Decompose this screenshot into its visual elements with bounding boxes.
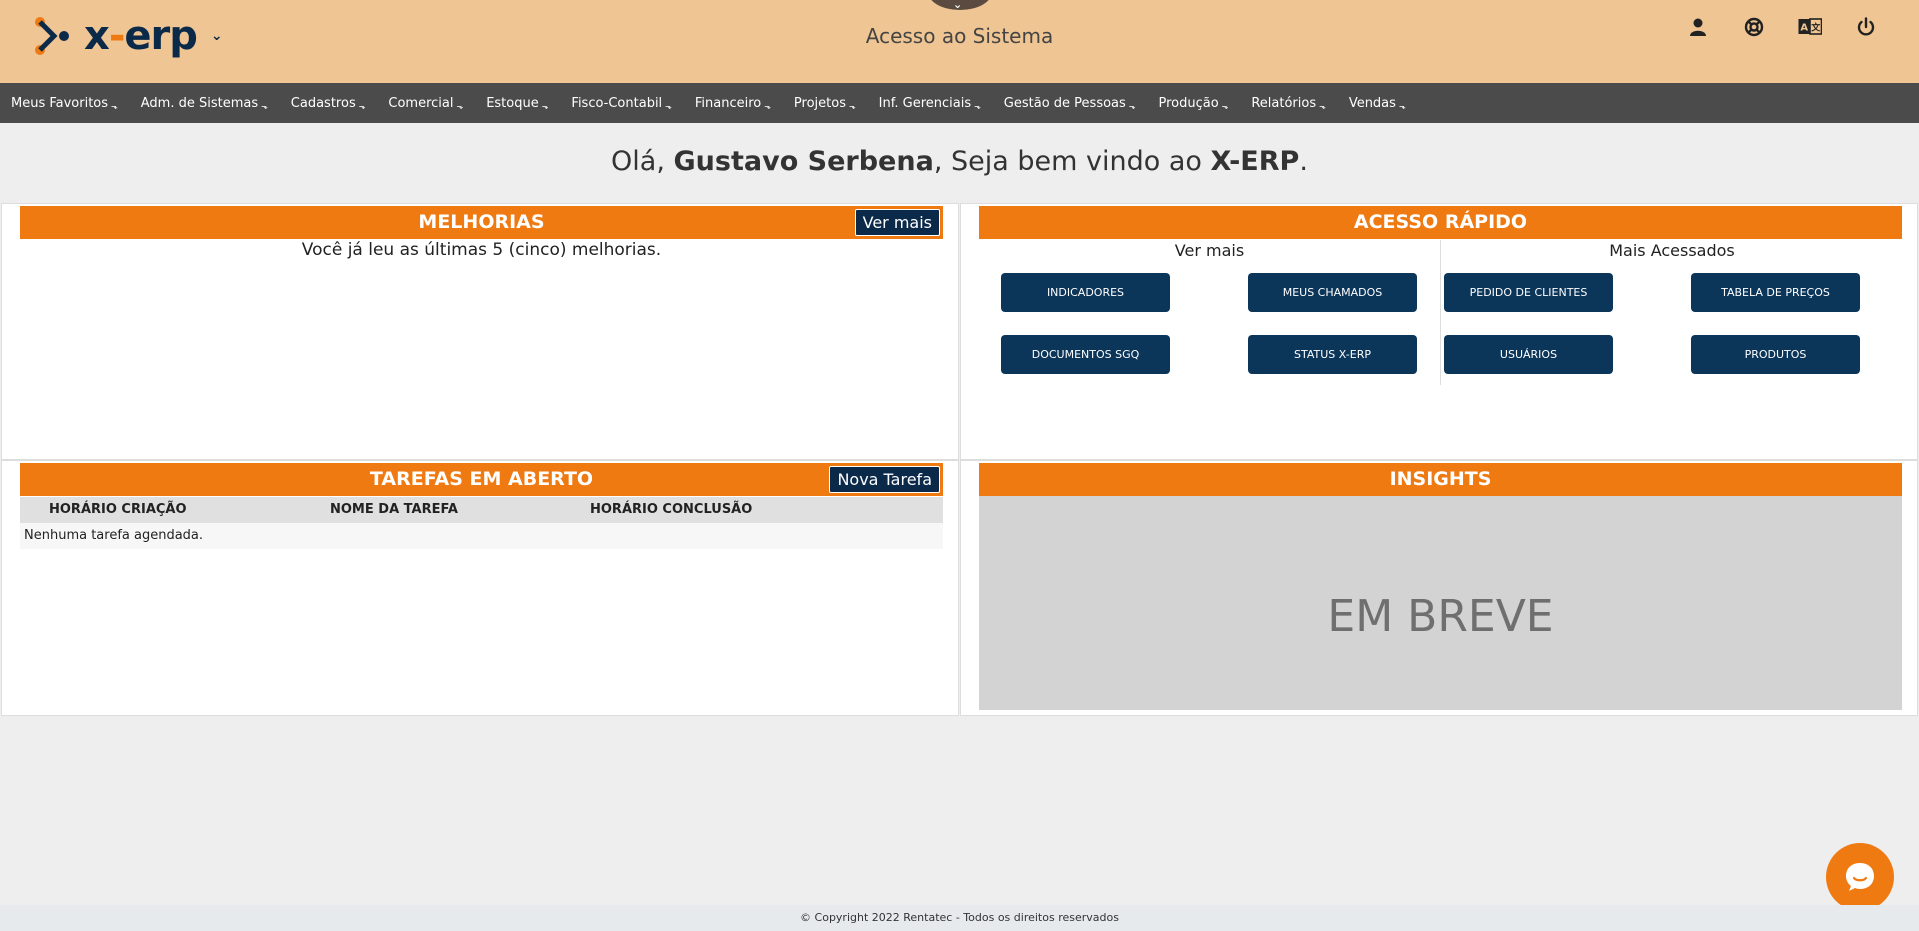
chevron-down-icon: ⬎ bbox=[456, 101, 464, 111]
insights-panel: INSIGHTS EM BREVE bbox=[960, 460, 1918, 716]
acesso-rapido-header: ACESSO RÁPIDO bbox=[979, 206, 1902, 239]
chevron-down-icon: ⬎ bbox=[1221, 101, 1229, 111]
menu-meus-favoritos[interactable]: Meus Favoritos ⬎ bbox=[11, 96, 118, 111]
tabela-precos-button[interactable]: TABELA DE PREÇOS bbox=[1691, 273, 1860, 312]
melhorias-message: Você já leu as últimas 5 (cinco) melhori… bbox=[301, 240, 662, 260]
nova-tarefa-button[interactable]: Nova Tarefa bbox=[829, 466, 940, 493]
app-header: x-erp ⌄ ⌄ Acesso ao Sistema A文 bbox=[0, 0, 1919, 83]
menu-fisco-contabil[interactable]: Fisco-Contabil ⬎ bbox=[571, 96, 671, 111]
chevron-down-icon: ⬎ bbox=[261, 101, 268, 111]
column-header-nome-tarefa[interactable]: NOME DA TAREFA bbox=[330, 497, 458, 523]
documentos-sgq-button[interactable]: DOCUMENTOS SGQ bbox=[1001, 335, 1170, 374]
panel-title: ACESSO RÁPIDO bbox=[1353, 211, 1528, 233]
menu-estoque[interactable]: Estoque ⬎ bbox=[486, 96, 548, 111]
insights-header: INSIGHTS bbox=[979, 463, 1902, 496]
chevron-down-icon: ⬎ bbox=[358, 101, 366, 111]
chevron-down-icon: ⬎ bbox=[1398, 101, 1406, 111]
column-title: Mais Acessados bbox=[1609, 241, 1735, 260]
menu-relatorios[interactable]: Relatórios ⬎ bbox=[1251, 96, 1325, 111]
chevron-down-icon: ⬎ bbox=[974, 101, 981, 111]
svg-text:文: 文 bbox=[1810, 22, 1821, 34]
chevron-down-icon: ⌄ bbox=[953, 0, 963, 11]
tasks-table-header: HORÁRIO CRIAÇÃO NOME DA TAREFA HORÁRIO C… bbox=[20, 497, 943, 523]
usuarios-button[interactable]: USUÁRIOS bbox=[1444, 335, 1613, 374]
chevron-down-icon: ⬎ bbox=[1128, 101, 1136, 111]
svg-text:A: A bbox=[1800, 23, 1808, 34]
menu-cadastros[interactable]: Cadastros ⬎ bbox=[291, 96, 366, 111]
panel-title: MELHORIAS bbox=[418, 211, 545, 233]
menu-gestao-pessoas[interactable]: Gestão de Pessoas ⬎ bbox=[1004, 96, 1136, 111]
translate-icon[interactable]: A文 bbox=[1797, 14, 1823, 40]
chevron-down-icon: ⬎ bbox=[665, 101, 672, 111]
column-header-horario-conclusao[interactable]: HORÁRIO CONCLUSÃO bbox=[590, 497, 752, 523]
welcome-message: Olá, Gustavo Serbena, Seja bem vindo ao … bbox=[611, 146, 1308, 177]
insights-placeholder-area: EM BREVE bbox=[979, 496, 1902, 710]
status-xerp-button[interactable]: STATUS X-ERP bbox=[1248, 335, 1417, 374]
menu-inf-gerenciais[interactable]: Inf. Gerenciais ⬎ bbox=[879, 96, 981, 111]
chevron-down-icon: ⬎ bbox=[1319, 101, 1326, 111]
power-icon[interactable] bbox=[1853, 14, 1879, 40]
page-title: Acesso ao Sistema bbox=[865, 24, 1054, 48]
melhorias-header: MELHORIAS Ver mais bbox=[20, 206, 943, 239]
tarefas-header: TAREFAS EM ABERTO Nova Tarefa bbox=[20, 463, 943, 496]
ver-mais-column: Ver mais INDICADORES MEUS CHAMADOS DOCUM… bbox=[979, 240, 1441, 385]
menu-projetos[interactable]: Projetos ⬎ bbox=[794, 96, 856, 111]
indicadores-button[interactable]: INDICADORES bbox=[1001, 273, 1170, 312]
menu-adm-sistemas[interactable]: Adm. de Sistemas ⬎ bbox=[141, 96, 268, 111]
user-icon[interactable] bbox=[1685, 14, 1711, 40]
ver-mais-button[interactable]: Ver mais bbox=[854, 209, 940, 236]
pedido-clientes-button[interactable]: PEDIDO DE CLIENTES bbox=[1444, 273, 1613, 312]
column-title: Ver mais bbox=[1174, 241, 1245, 260]
column-header-horario-criacao[interactable]: HORÁRIO CRIAÇÃO bbox=[49, 497, 187, 523]
coming-soon-text: EM BREVE bbox=[1327, 591, 1554, 642]
support-lifebuoy-icon[interactable] bbox=[1741, 14, 1767, 40]
footer-copyright: © Copyright 2022 Rentatec - Todos os dir… bbox=[0, 905, 1919, 931]
main-menu: Meus Favoritos ⬎ Adm. de Sistemas ⬎ Cadast… bbox=[0, 83, 1919, 123]
table-row-empty: Nenhuma tarefa agendada. bbox=[20, 523, 943, 549]
chevron-down-icon: ⬎ bbox=[111, 101, 118, 111]
acesso-rapido-panel: ACESSO RÁPIDO Ver mais INDICADORES MEUS … bbox=[960, 203, 1918, 460]
header-actions: A文 bbox=[1685, 14, 1879, 40]
menu-financeiro[interactable]: Financeiro ⬎ bbox=[695, 96, 771, 111]
chevron-down-icon: ⬎ bbox=[848, 101, 856, 111]
chevron-down-icon: ⬎ bbox=[541, 101, 549, 111]
menu-producao[interactable]: Produção ⬎ bbox=[1158, 96, 1228, 111]
meus-chamados-button[interactable]: MEUS CHAMADOS bbox=[1248, 273, 1417, 312]
chat-bubble-icon[interactable] bbox=[1826, 843, 1894, 911]
menu-comercial[interactable]: Comercial ⬎ bbox=[388, 96, 463, 111]
tarefas-panel: TAREFAS EM ABERTO Nova Tarefa HORÁRIO CR… bbox=[1, 460, 959, 716]
menu-vendas[interactable]: Vendas ⬎ bbox=[1349, 96, 1406, 111]
melhorias-panel: MELHORIAS Ver mais Você já leu as última… bbox=[1, 203, 959, 460]
panel-title: INSIGHTS bbox=[1389, 468, 1492, 490]
mais-acessados-column: Mais Acessados PEDIDO DE CLIENTES TABELA… bbox=[1441, 240, 1903, 385]
produtos-button[interactable]: PRODUTOS bbox=[1691, 335, 1860, 374]
chevron-down-icon: ⬎ bbox=[764, 101, 771, 111]
header-collapse-toggle[interactable]: ⌄ bbox=[928, 0, 992, 11]
panel-title: TAREFAS EM ABERTO bbox=[369, 468, 594, 490]
